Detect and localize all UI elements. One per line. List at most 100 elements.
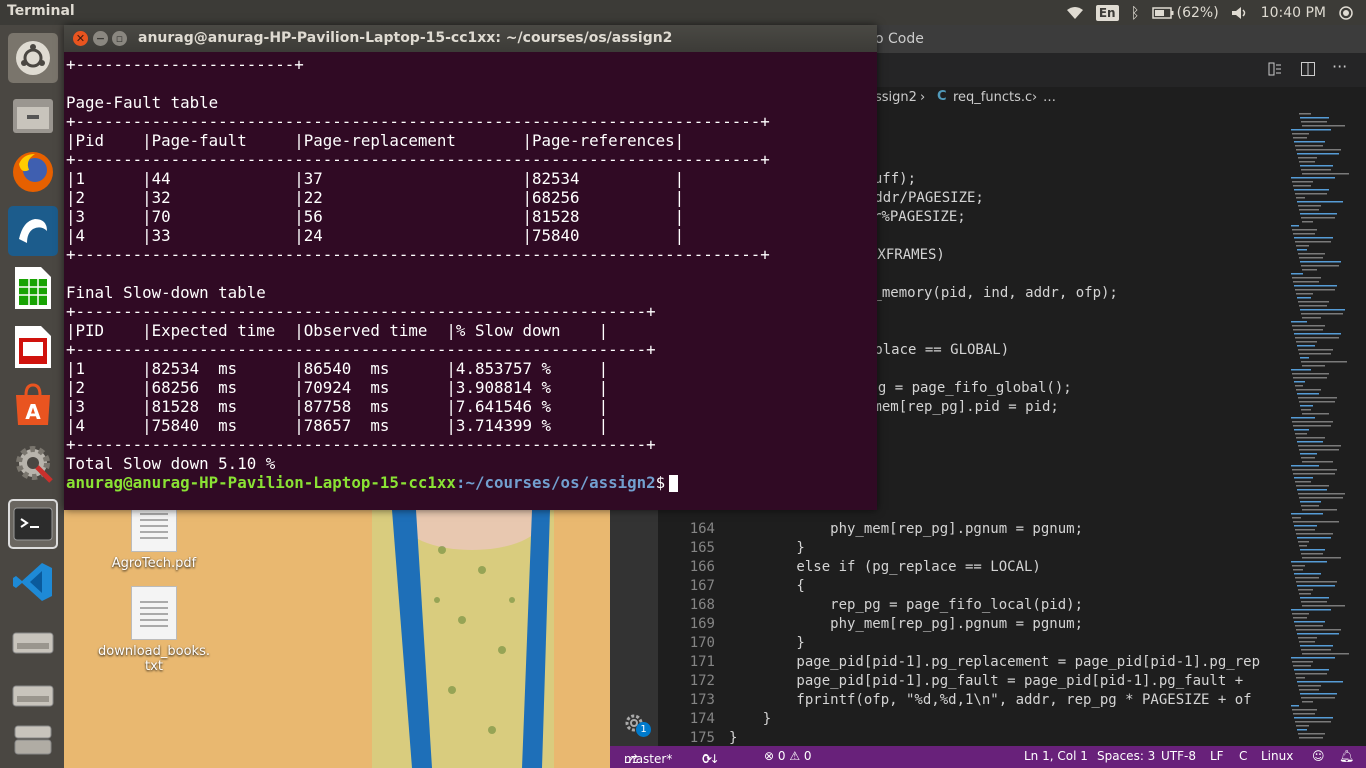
maximize-button[interactable]: ▫ xyxy=(112,31,127,46)
code-line: r%PAGESIZE; xyxy=(873,209,966,225)
indentation[interactable]: Spaces: 3 xyxy=(1097,749,1155,763)
minimap[interactable] xyxy=(1285,109,1353,746)
terminal-line: |2 |68256 ms |70924 ms |3.908814 % | xyxy=(66,378,609,397)
software-center-icon[interactable]: A xyxy=(8,380,58,430)
minimap-line xyxy=(1292,661,1313,663)
ubuntu-dash-icon[interactable] xyxy=(8,33,58,83)
desktop-gap xyxy=(554,510,610,768)
minimap-line xyxy=(1300,165,1333,167)
minimap-line xyxy=(1297,201,1343,203)
bluetooth-icon[interactable]: ᛒ xyxy=(1131,4,1140,22)
terminal-window: ✕ − ▫ anurag@anurag-HP-Pavilion-Laptop-1… xyxy=(64,25,877,510)
branch-name: master* xyxy=(624,752,673,766)
minimap-line xyxy=(1292,229,1317,231)
minimap-line xyxy=(1301,601,1327,603)
clock[interactable]: 10:40 PM xyxy=(1261,5,1326,21)
desktop-file-download-books[interactable]: download_books. txt xyxy=(94,586,214,674)
minimap-line xyxy=(1299,257,1323,259)
minimap-line xyxy=(1300,309,1345,311)
minimap-line xyxy=(1294,573,1321,575)
volume-icon[interactable] xyxy=(1231,6,1249,20)
terminal-output[interactable]: +-----------------------+ Page-Fault tabl… xyxy=(66,55,877,510)
desktop-file-label-2: txt xyxy=(145,659,163,674)
feedback-icon[interactable]: ☺ xyxy=(1312,749,1325,763)
power-icon[interactable] xyxy=(1338,5,1354,21)
minimap-line xyxy=(1293,329,1323,331)
svg-text:A: A xyxy=(25,400,41,424)
terminal-line: |3 |70 |56 |81528 | xyxy=(66,207,685,226)
terminal-titlebar[interactable]: ✕ − ▫ anurag@anurag-HP-Pavilion-Laptop-1… xyxy=(64,25,877,52)
files-icon[interactable] xyxy=(8,90,58,140)
minimap-line xyxy=(1293,521,1339,523)
desktop-file-agrotech[interactable]: AgroTech.pdf xyxy=(94,500,214,571)
minimap-line xyxy=(1302,701,1313,703)
minimap-line xyxy=(1291,609,1331,611)
minimap-line xyxy=(1297,681,1343,683)
settings-badge: 1 xyxy=(636,722,651,737)
minimap-line xyxy=(1302,413,1329,415)
end-of-line[interactable]: LF xyxy=(1210,749,1224,763)
minimap-line xyxy=(1296,725,1309,727)
terminal-line: +---------------------------------------… xyxy=(66,245,770,264)
code-line: AXFRAMES) xyxy=(869,247,945,263)
minimap-line xyxy=(1297,297,1311,299)
minimap-line xyxy=(1293,713,1315,715)
language-mode[interactable]: C xyxy=(1239,749,1247,763)
minimap-line xyxy=(1302,221,1313,223)
minimap-line xyxy=(1299,545,1307,547)
code-line: page_pid[pid-1].pg_fault = page_pid[pid-… xyxy=(729,673,1244,689)
line-number: 172 xyxy=(689,673,715,689)
close-button[interactable]: ✕ xyxy=(73,31,88,46)
minimap-line xyxy=(1300,645,1333,647)
minimap-line xyxy=(1299,593,1311,595)
drive-icon[interactable] xyxy=(8,617,58,667)
code-line: rep_pg = page_fifo_local(pid); xyxy=(729,597,1084,613)
minimap-line xyxy=(1301,265,1339,267)
minimap-line xyxy=(1301,169,1331,171)
minimap-line xyxy=(1299,689,1319,691)
more-actions-icon[interactable]: ··· xyxy=(1332,57,1347,76)
os-indicator[interactable]: Linux xyxy=(1261,749,1293,763)
keyboard-layout-indicator[interactable]: En xyxy=(1095,4,1119,21)
minimap-line xyxy=(1301,505,1319,507)
wifi-icon[interactable] xyxy=(1066,6,1084,20)
terminal-line: |4 |75840 ms |78657 ms |3.714399 % | xyxy=(66,416,609,435)
notifications-icon[interactable]: 🔔︎ xyxy=(1339,749,1354,763)
photo-image xyxy=(372,510,554,768)
cursor-position[interactable]: Ln 1, Col 1 xyxy=(1024,749,1088,763)
trash-icon[interactable] xyxy=(8,715,58,765)
minimize-button[interactable]: − xyxy=(93,31,108,46)
firefox-icon[interactable] xyxy=(8,147,58,197)
drive-icon-2[interactable] xyxy=(8,670,58,720)
minimap-line xyxy=(1296,341,1317,343)
minimap-line xyxy=(1296,197,1305,199)
minimap-line xyxy=(1298,157,1317,159)
minimap-line xyxy=(1298,205,1321,207)
terminal-line: +---------------------------------------… xyxy=(66,435,656,454)
breadcrumb-file[interactable]: req_functs.c xyxy=(953,90,1032,105)
terminal-prompt[interactable]: anurag@anurag-HP-Pavilion-Laptop-15-cc1x… xyxy=(66,473,679,492)
breadcrumb-more[interactable]: … xyxy=(1043,90,1056,105)
libreoffice-impress-icon[interactable] xyxy=(8,322,58,372)
minimap-line xyxy=(1293,425,1331,427)
minimap-line xyxy=(1298,349,1333,351)
split-editor-icon[interactable] xyxy=(1300,61,1316,81)
active-app-name[interactable]: Terminal xyxy=(7,3,75,19)
mysql-workbench-icon[interactable] xyxy=(8,206,58,256)
breadcrumb-folder[interactable]: ssign2 xyxy=(875,90,917,105)
compare-icon[interactable] xyxy=(1267,61,1283,81)
status-bar: ⎇ master* ⟳ 0↓ 2↑ ⊗ 0 ⚠ 0 Ln 1, Col 1 Sp… xyxy=(610,746,1366,768)
minimap-line xyxy=(1291,273,1303,275)
vscode-icon[interactable] xyxy=(8,557,58,607)
battery-indicator[interactable]: (62%) xyxy=(1151,5,1219,21)
terminal-line: Page-Fault table xyxy=(66,93,219,112)
libreoffice-calc-icon[interactable] xyxy=(8,263,58,313)
minimap-line xyxy=(1300,693,1337,695)
terminal-icon[interactable] xyxy=(8,499,58,549)
system-settings-icon[interactable] xyxy=(8,438,58,488)
encoding[interactable]: UTF-8 xyxy=(1161,749,1196,763)
code-line: } xyxy=(729,730,738,746)
code-line: phy_mem[rep_pg].pgnum = pgnum; xyxy=(729,521,1084,537)
minimap-line xyxy=(1296,533,1333,535)
problems-status[interactable]: ⊗ 0 ⚠ 0 xyxy=(764,749,812,763)
